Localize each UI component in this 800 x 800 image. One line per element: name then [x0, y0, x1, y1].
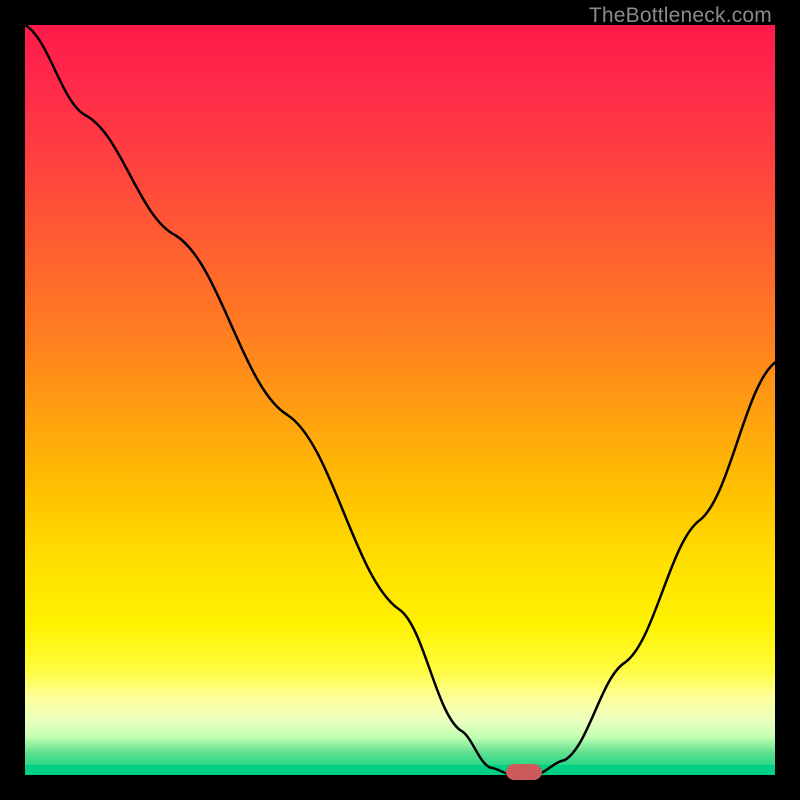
bottleneck-curve — [25, 25, 775, 775]
optimal-point-marker — [506, 764, 542, 780]
watermark-text: TheBottleneck.com — [589, 4, 772, 28]
bottleneck-chart: TheBottleneck.com — [0, 0, 800, 800]
